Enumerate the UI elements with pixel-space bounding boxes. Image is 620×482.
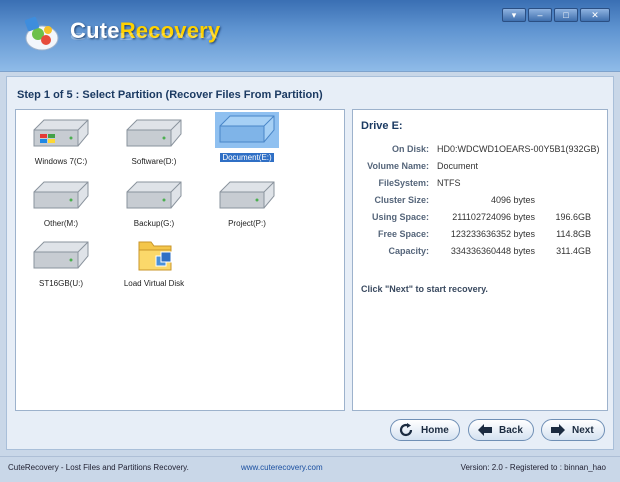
info-row-on-disk: On Disk: HD0:WDCWD1OEARS-00Y5B1(932GB) [353, 144, 609, 158]
info-key: Capacity: [388, 246, 429, 256]
partition-list: Windows 7(C:) Software(D:) Document(E:) [15, 109, 345, 411]
partition-item[interactable]: Software(D:) [114, 116, 194, 167]
hard-drive-icon [219, 181, 275, 209]
info-row-cluster-size: Cluster Size: 4096 bytes [353, 195, 609, 209]
drive-info-panel: Drive E: On Disk: HD0:WDCWD1OEARS-00Y5B1… [352, 109, 608, 411]
back-button[interactable]: Back [468, 419, 534, 441]
info-key: Cluster Size: [374, 195, 429, 205]
partition-item[interactable]: Other(M:) [21, 178, 101, 229]
info-value: NTFS [437, 178, 461, 188]
close-button[interactable]: ✕ [580, 8, 610, 22]
hard-drive-icon [33, 181, 89, 209]
info-value-gb: 311.4GB [556, 246, 591, 256]
drive-title: Drive E: [361, 120, 403, 132]
app-header: CuteRecovery CuteRecovery ▾ ‒ □ ✕ [0, 0, 620, 72]
info-key: Volume Name: [367, 161, 429, 171]
home-button-label: Home [421, 424, 449, 436]
windows-drive-icon [33, 119, 89, 147]
partition-item[interactable]: Backup(G:) [114, 178, 194, 229]
window-controls: ▾ ‒ □ ✕ [502, 8, 610, 22]
info-value-gb: 196.6GB [555, 212, 591, 222]
footer-website-link[interactable]: www.cuterecovery.com [241, 463, 323, 472]
partition-label: Other(M:) [43, 219, 79, 228]
partition-label: Software(D:) [131, 157, 177, 166]
info-key: FileSystem: [378, 178, 429, 188]
status-footer: CuteRecovery - Lost Files and Partitions… [0, 456, 620, 482]
partition-label: Load Virtual Disk [123, 279, 185, 288]
main-panel: Step 1 of 5 : Select Partition (Recover … [6, 76, 614, 450]
info-value: Document [437, 161, 479, 171]
menu-dropdown-button[interactable]: ▾ [502, 8, 526, 22]
hard-drive-icon [33, 241, 89, 269]
next-hint: Click "Next" to start recovery. [361, 284, 488, 294]
partition-item-selected[interactable]: Document(E:) [207, 112, 287, 163]
home-refresh-icon [399, 423, 413, 437]
partition-label: Project(P:) [228, 219, 266, 228]
back-button-label: Back [499, 424, 523, 436]
next-button[interactable]: Next [541, 419, 605, 441]
info-value: 123233636352 bytes [450, 229, 535, 239]
partition-item[interactable]: Windows 7(C:) [21, 116, 101, 167]
partition-item[interactable]: ST16GB(U:) [21, 238, 101, 289]
info-value: 211102724096 bytes [452, 212, 535, 222]
info-value-gb: 114.8GB [556, 229, 591, 239]
app-logo-reflection: CuteRecovery [70, 30, 218, 42]
info-row-free-space: Free Space: 123233636352 bytes 114.8GB [353, 229, 609, 243]
info-key: Free Space: [377, 229, 429, 239]
info-row-using-space: Using Space: 211102724096 bytes 196.6GB [353, 212, 609, 226]
arrow-right-icon [551, 424, 565, 436]
next-button-label: Next [572, 424, 594, 436]
folder-disk-icon [138, 241, 172, 271]
hard-drive-icon [126, 119, 182, 147]
info-row-volume-name: Volume Name: Document [353, 161, 609, 175]
info-key: On Disk: [391, 144, 429, 154]
info-value: HD0:WDCWD1OEARS-00Y5B1(932GB) [437, 144, 600, 154]
arrow-left-icon [478, 424, 492, 436]
footer-version: Version: 2.0 - Registered to : binnan_ha… [460, 463, 606, 472]
app-logo-icon [24, 16, 59, 51]
info-key: Using Space: [371, 212, 429, 222]
info-row-filesystem: FileSystem: NTFS [353, 178, 609, 192]
partition-item[interactable]: Project(P:) [207, 178, 287, 229]
home-button[interactable]: Home [390, 419, 460, 441]
minimize-button[interactable]: ‒ [528, 8, 552, 22]
partition-label: Backup(G:) [133, 219, 175, 228]
hard-drive-icon [126, 181, 182, 209]
partition-label: Windows 7(C:) [34, 157, 88, 166]
info-row-capacity: Capacity: 334336360448 bytes 311.4GB [353, 246, 609, 260]
hard-drive-icon [215, 112, 279, 148]
load-virtual-disk-item[interactable]: Load Virtual Disk [114, 234, 194, 289]
info-value: 4096 bytes [490, 195, 535, 205]
partition-label: ST16GB(U:) [38, 279, 83, 288]
footer-product: CuteRecovery - Lost Files and Partitions… [8, 463, 189, 472]
step-title: Step 1 of 5 : Select Partition (Recover … [17, 89, 323, 101]
maximize-button[interactable]: □ [554, 8, 578, 22]
partition-label: Document(E:) [220, 153, 274, 162]
info-value: 334336360448 bytes [450, 246, 535, 256]
